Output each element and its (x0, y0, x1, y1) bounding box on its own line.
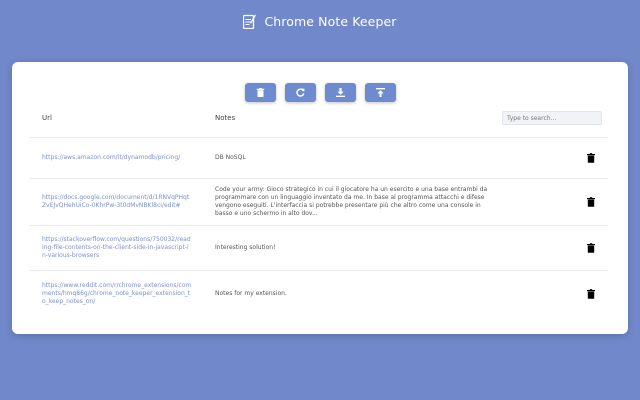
url-column-header: Url (42, 114, 52, 122)
trash-icon (256, 88, 264, 97)
table-row: https://docs.google.com/document/d/1RNVq… (30, 178, 608, 225)
app-header: Chrome Note Keeper (0, 10, 640, 32)
upload-icon (375, 88, 385, 97)
refresh-button[interactable] (284, 83, 316, 102)
row-note: Interesting solution! (215, 243, 276, 251)
row-url-link[interactable]: https://stackoverflow.com/questions/7500… (42, 236, 192, 261)
trash-icon (587, 153, 595, 163)
toolbar (12, 83, 628, 102)
table-row: https://www.reddit.com/r/chrome_extensio… (30, 270, 608, 317)
row-note: Notes for my extension. (215, 289, 287, 297)
trash-icon (587, 197, 595, 207)
row-delete-button[interactable] (586, 242, 596, 254)
note-logo-icon (243, 14, 257, 29)
refresh-icon (295, 88, 305, 97)
notes-card: Url Notes https://aws.amazon.com/it/dyna… (12, 62, 628, 334)
row-url-link[interactable]: https://aws.amazon.com/it/dynamodb/prici… (42, 154, 192, 162)
row-url-link[interactable]: https://docs.google.com/document/d/1RNVq… (42, 194, 192, 210)
delete-all-button[interactable] (244, 83, 276, 102)
app-title: Chrome Note Keeper (264, 13, 397, 29)
table-row: https://stackoverflow.com/questions/7500… (30, 225, 608, 270)
upload-button[interactable] (364, 83, 396, 102)
row-delete-button[interactable] (586, 152, 596, 164)
trash-icon (587, 243, 595, 253)
row-delete-button[interactable] (586, 288, 596, 300)
trash-icon (587, 289, 595, 299)
row-note: DB NoSQL (215, 153, 246, 161)
row-delete-button[interactable] (586, 196, 596, 208)
search-input[interactable] (502, 111, 602, 125)
download-button[interactable] (324, 83, 356, 102)
row-note: Code your army: Gioco strategico in cui … (215, 185, 488, 218)
notes-column-header: Notes (215, 114, 236, 122)
row-url-link[interactable]: https://www.reddit.com/r/chrome_extensio… (42, 282, 192, 307)
notes-table: https://aws.amazon.com/it/dynamodb/prici… (30, 137, 608, 317)
download-icon (335, 88, 345, 97)
table-row: https://aws.amazon.com/it/dynamodb/prici… (30, 137, 608, 178)
